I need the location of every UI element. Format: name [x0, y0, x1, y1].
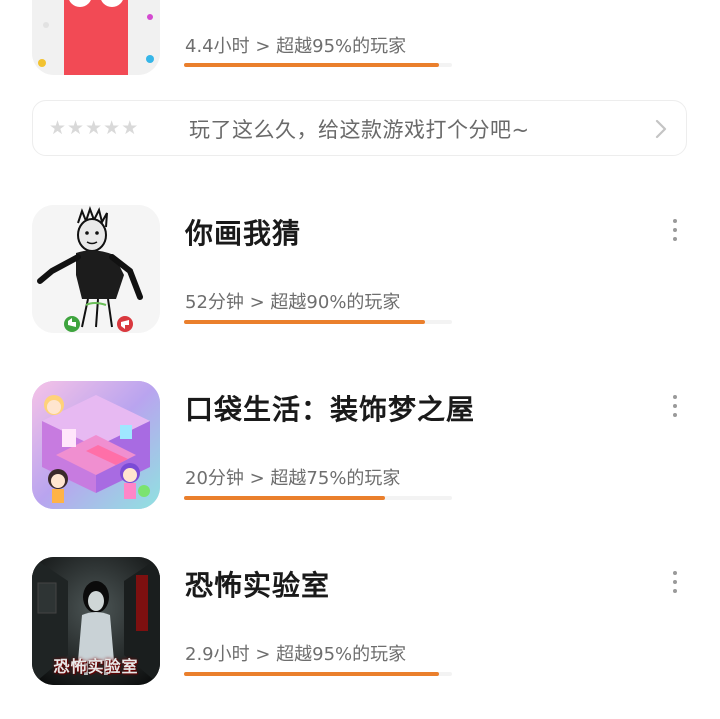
red-monster-artwork [32, 0, 160, 75]
progress-fill [184, 63, 439, 67]
game-logo-text: 恐怖实验室 [53, 657, 139, 676]
progress-fill [184, 496, 385, 500]
game-title: 恐怖实验室 [185, 569, 331, 602]
rating-prompt-card[interactable]: ★ ★ ★ ★ ★ 玩了这么久，给这款游戏打个分吧~ [32, 100, 687, 156]
game-icon-draw-guess[interactable] [32, 205, 160, 333]
chevron-right-icon [655, 119, 667, 139]
game-item-top[interactable]: 4.4小时 > 超越95%的玩家 [0, 0, 720, 90]
game-item[interactable]: 恐怖实验室 恐怖实验室 2.9小时 > 超越95%的玩家 [0, 552, 720, 702]
game-icon-horror-lab[interactable]: 恐怖实验室 [32, 557, 160, 685]
game-stat-text: 20分钟 > 超越75%的玩家 [185, 468, 401, 489]
sketch-figure-artwork [32, 205, 160, 333]
progress-bar [184, 63, 452, 67]
game-stat-text: 52分钟 > 超越90%的玩家 [185, 292, 401, 313]
progress-bar [184, 672, 452, 676]
game-item[interactable]: 你画我猜 52分钟 > 超越90%的玩家 [0, 200, 720, 350]
game-title: 你画我猜 [185, 217, 302, 250]
star-icon[interactable]: ★ [85, 115, 102, 141]
more-options-icon[interactable] [666, 569, 684, 595]
game-item[interactable]: 口袋生活：装饰梦之屋 20分钟 > 超越75%的玩家 [0, 376, 720, 526]
star-icon[interactable]: ★ [49, 115, 66, 141]
star-icon[interactable]: ★ [103, 115, 120, 141]
rating-prompt-text: 玩了这么久，给这款游戏打个分吧~ [189, 118, 530, 142]
game-icon-pocket-life[interactable] [32, 381, 160, 509]
progress-fill [184, 672, 439, 676]
progress-fill [184, 320, 426, 324]
game-stat-text: 4.4小时 > 超越95%的玩家 [185, 36, 407, 57]
star-icon[interactable]: ★ [121, 115, 138, 141]
progress-bar [184, 320, 452, 324]
game-stat-text: 2.9小时 > 超越95%的玩家 [185, 644, 407, 665]
game-icon-top[interactable] [32, 0, 160, 75]
more-options-icon[interactable] [666, 393, 684, 419]
star-rating[interactable]: ★ ★ ★ ★ ★ [49, 115, 138, 141]
progress-bar [184, 496, 452, 500]
dollhouse-room-artwork [32, 381, 160, 509]
star-icon[interactable]: ★ [67, 115, 84, 141]
game-title: 口袋生活：装饰梦之屋 [185, 393, 476, 426]
more-options-icon[interactable] [666, 217, 684, 243]
